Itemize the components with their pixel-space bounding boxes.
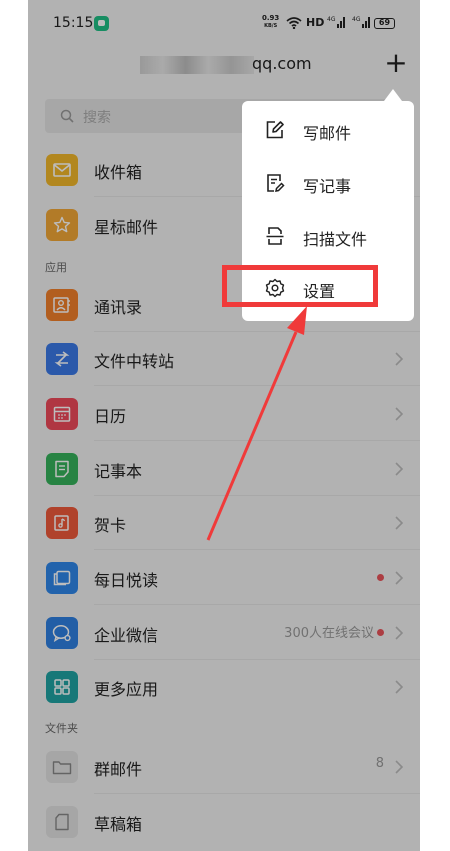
menu-label: 扫描文件 [303, 230, 368, 249]
menu-item-scan[interactable]: 扫描文件 [242, 211, 414, 263]
compose-icon [266, 121, 284, 139]
menu-item-write-note[interactable]: 写记事 [242, 158, 414, 210]
popup-caret [384, 89, 402, 101]
menu-item-compose[interactable]: 写邮件 [242, 105, 414, 157]
write-note-icon [267, 174, 285, 192]
menu-label: 写邮件 [303, 124, 352, 143]
phone-screen: 15:15 0.93 KB/S HD 4G 4G 69 qq.com + 搜索 … [28, 0, 420, 851]
scan-icon [266, 227, 284, 245]
highlight-box [222, 265, 378, 307]
menu-label: 写记事 [303, 177, 352, 196]
